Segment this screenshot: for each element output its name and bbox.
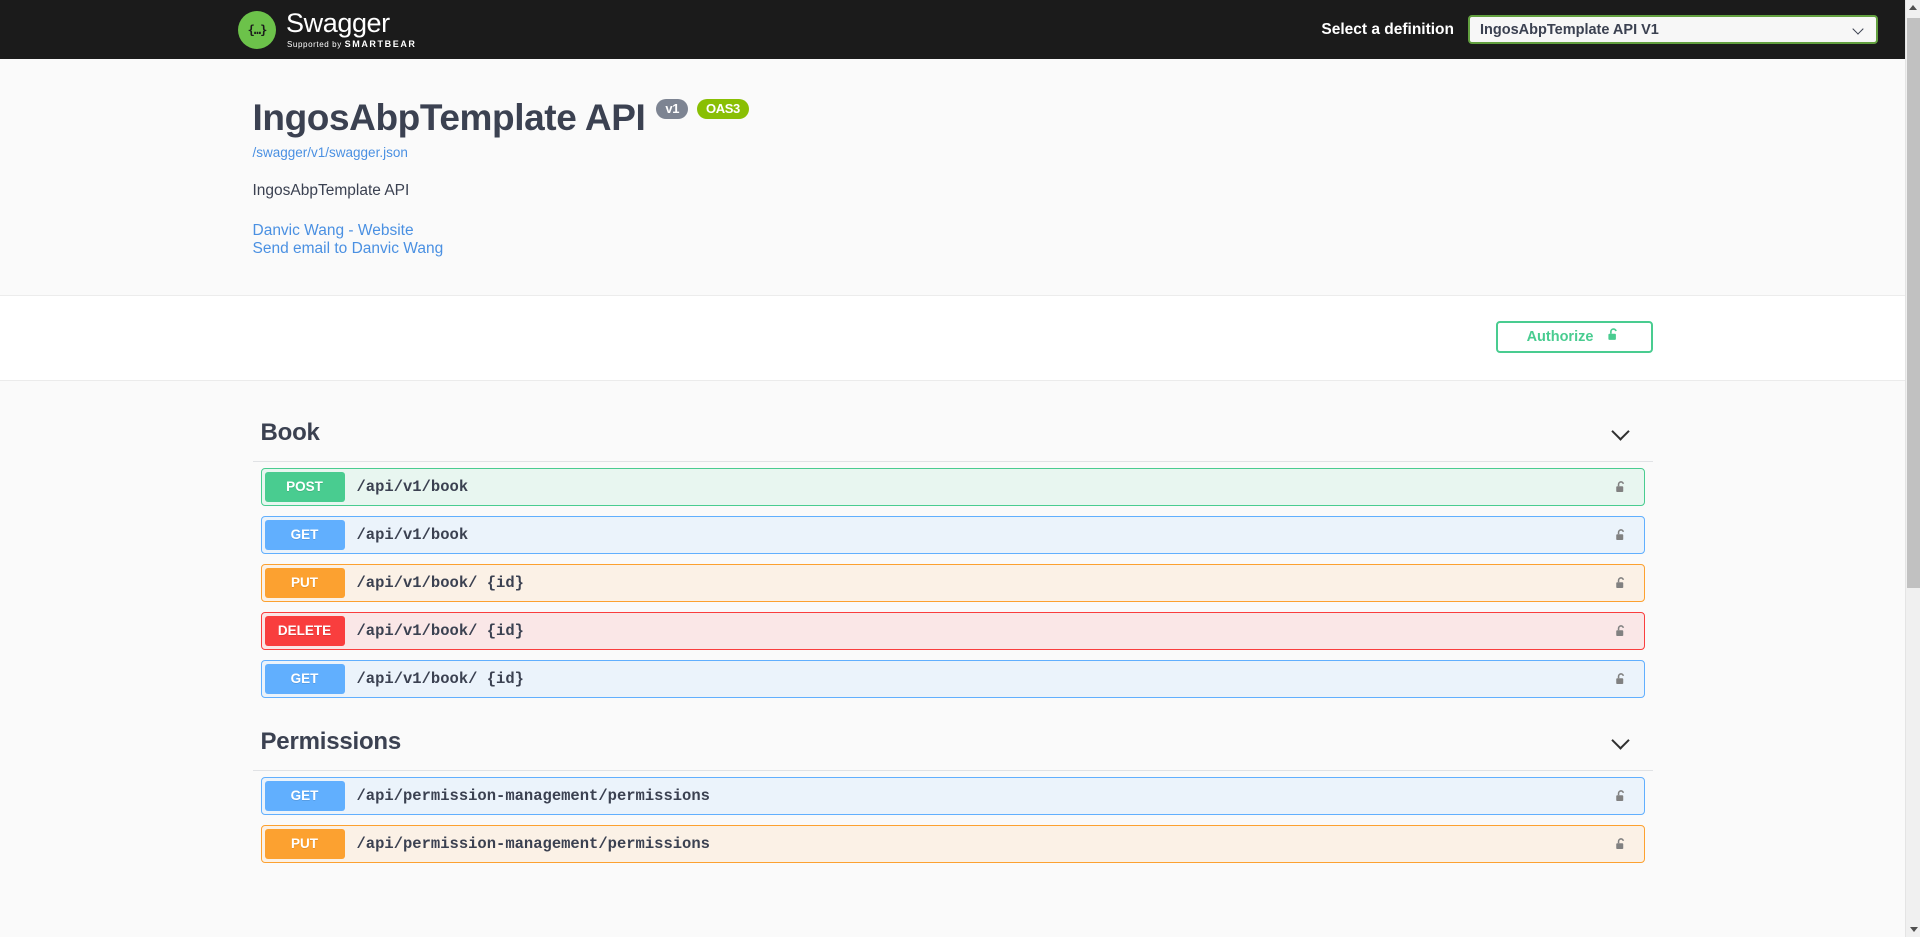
unlock-icon[interactable] (1614, 479, 1628, 495)
chevron-down-icon[interactable] (1611, 732, 1631, 752)
operation-path: /api/v1/book (356, 525, 469, 544)
http-method-badge: GET (264, 519, 345, 550)
operation-path: /api/v1/book/ {id} (356, 669, 524, 688)
brand-text-block: Swagger Supported by SMARTBEAR (286, 10, 417, 49)
contact-email-link[interactable]: Send email to Danvic Wang (253, 240, 1653, 258)
operation-row[interactable]: PUT /api/permission-management/permissio… (260, 824, 1645, 863)
brand-supported-by: Supported by SMARTBEAR (287, 40, 417, 49)
chevron-down-icon (1854, 24, 1865, 35)
unlock-icon[interactable] (1614, 623, 1628, 639)
definition-selected-value: IngosAbpTemplate API V1 (1480, 21, 1659, 38)
operation-path: /api/v1/book/ {id} (356, 621, 524, 640)
http-method-badge: POST (264, 471, 345, 502)
unlock-icon[interactable] (1614, 575, 1628, 591)
http-method-badge: PUT (264, 567, 345, 598)
unlock-icon[interactable] (1614, 527, 1628, 543)
authorize-button-label: Authorize (1526, 328, 1594, 345)
operation-row[interactable]: POST /api/v1/book (260, 467, 1645, 506)
operation-row[interactable]: PUT /api/v1/book/ {id} (260, 563, 1645, 602)
scrollbar-up-button[interactable] (1906, 0, 1920, 15)
http-method-badge: DELETE (264, 615, 345, 646)
smartbear-label: SMARTBEAR (344, 39, 417, 49)
swagger-logo-link[interactable]: {…} Swagger Supported by SMARTBEAR (238, 10, 417, 49)
unlock-icon[interactable] (1614, 671, 1628, 687)
unlock-icon (1606, 326, 1621, 347)
spec-url-link[interactable]: /swagger/v1/swagger.json (253, 145, 1653, 160)
authorize-button[interactable]: Authorize (1495, 320, 1653, 353)
supported-by-label: Supported by (287, 40, 342, 49)
unlock-icon[interactable] (1614, 788, 1628, 804)
http-method-badge: GET (264, 780, 345, 811)
definition-select[interactable]: IngosAbpTemplate API V1 (1468, 15, 1878, 44)
chevron-down-icon (1909, 927, 1918, 932)
operation-path: /api/permission-management/permissions (356, 834, 710, 853)
api-info-container: IngosAbpTemplate API v1 OAS3 /swagger/v1… (233, 97, 1673, 259)
tag-header-book[interactable]: Book (252, 411, 1653, 462)
operation-row[interactable]: DELETE /api/v1/book/ {id} (260, 611, 1645, 650)
tag-name-book: Book (260, 418, 320, 446)
operation-row[interactable]: GET /api/v1/book (260, 515, 1645, 554)
topbar: {…} Swagger Supported by SMARTBEAR Selec… (0, 0, 1905, 59)
scrollbar-down-button[interactable] (1906, 922, 1920, 937)
oas-badge: OAS3 (697, 99, 749, 119)
chevron-up-icon (1909, 5, 1917, 10)
browser-viewport: {…} Swagger Supported by SMARTBEAR Selec… (0, 0, 1920, 937)
definition-label: Select a definition (1321, 20, 1454, 38)
api-info-section: IngosAbpTemplate API v1 OAS3 /swagger/v1… (0, 59, 1905, 296)
svg-text:{…}: {…} (248, 23, 267, 37)
definition-selector-group: Select a definition IngosAbpTemplate API… (1321, 15, 1878, 44)
swagger-ui-page: {…} Swagger Supported by SMARTBEAR Selec… (0, 0, 1905, 937)
api-title-text: IngosAbpTemplate API (252, 97, 646, 138)
page-scrollbar[interactable] (1905, 0, 1920, 937)
brand-title: Swagger (286, 8, 390, 38)
chevron-down-icon[interactable] (1611, 423, 1631, 443)
authorize-container: Authorize (233, 320, 1673, 353)
http-method-badge: GET (264, 663, 345, 694)
tag-header-permissions[interactable]: Permissions (252, 720, 1653, 771)
authorize-band: Authorize (0, 295, 1905, 381)
scrollbar-thumb[interactable] (1907, 18, 1920, 588)
swagger-logo-icon: {…} (238, 10, 276, 49)
operations-container: Book POST /api/v1/book GET /api/v1/book … (233, 411, 1673, 863)
version-badge: v1 (656, 99, 689, 119)
tag-name-permissions: Permissions (260, 727, 402, 755)
operation-path: /api/v1/book/ {id} (356, 573, 524, 592)
operation-row[interactable]: GET /api/v1/book/ {id} (260, 659, 1645, 698)
operation-path: /api/v1/book (356, 477, 469, 496)
api-description: IngosAbpTemplate API (252, 182, 410, 199)
tag-section-book: Book POST /api/v1/book GET /api/v1/book … (252, 411, 1653, 698)
contact-website-link[interactable]: Danvic Wang - Website (253, 222, 1653, 240)
page-title: IngosAbpTemplate API v1 OAS3 (253, 97, 1653, 139)
tag-section-permissions: Permissions GET /api/permission-manageme… (252, 720, 1653, 863)
http-method-badge: PUT (264, 828, 345, 859)
unlock-icon[interactable] (1614, 836, 1628, 852)
operation-row[interactable]: GET /api/permission-management/permissio… (260, 776, 1645, 815)
operation-path: /api/permission-management/permissions (356, 786, 710, 805)
operations-wrap: Book POST /api/v1/book GET /api/v1/book … (0, 380, 1905, 863)
